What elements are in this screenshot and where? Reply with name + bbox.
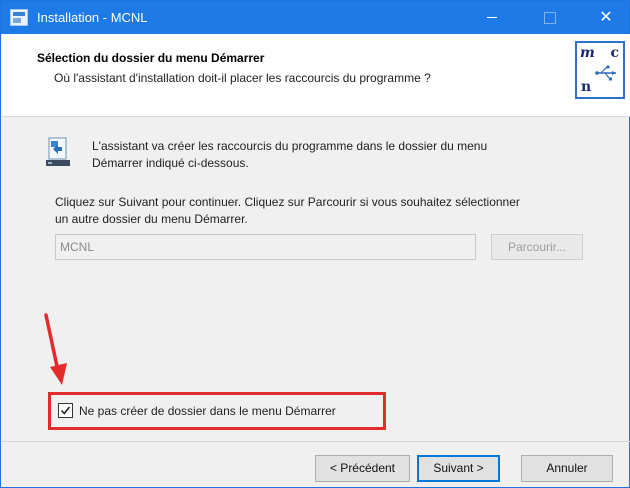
intro-line-1: L'assistant va créer les raccourcis du p… (92, 139, 488, 153)
annotation-arrow (44, 313, 67, 385)
footer-divider (2, 441, 630, 442)
close-icon: ✕ (599, 9, 613, 26)
installer-window: Installation - MCNL ✕ Sélection du dossi… (0, 0, 630, 488)
instruction-line-2: un autre dossier du menu Démarrer. (55, 212, 248, 226)
cancel-button[interactable]: Annuler (521, 455, 613, 482)
usb-symbol-icon (595, 65, 616, 81)
no-folder-checkbox[interactable] (58, 403, 73, 418)
logo-letter-n: n (581, 79, 592, 95)
logo-letter-m: m (580, 45, 595, 61)
start-menu-folder-field[interactable] (55, 234, 476, 260)
previous-button[interactable]: < Précédent (315, 455, 410, 482)
page-subtitle: Où l'assistant d'installation doit-il pl… (54, 71, 431, 85)
checkmark-icon (60, 406, 71, 415)
wizard-header: Sélection du dossier du menu Démarrer Où… (2, 34, 630, 117)
installer-app-icon (10, 9, 28, 26)
title-bar[interactable]: Installation - MCNL ✕ (1, 1, 629, 34)
start-menu-folder-icon (46, 137, 70, 166)
logo-letter-c: c (610, 45, 619, 61)
no-folder-checkbox-label[interactable]: Ne pas créer de dossier dans le menu Dém… (79, 404, 336, 418)
mcnl-logo: m c n (575, 41, 625, 99)
page-title: Sélection du dossier du menu Démarrer (37, 51, 265, 65)
window-title: Installation - MCNL (37, 10, 148, 25)
minimize-button[interactable] (469, 1, 515, 34)
instruction-line-1: Cliquez sur Suivant pour continuer. Cliq… (55, 195, 520, 209)
next-button[interactable]: Suivant > (417, 455, 500, 482)
instruction-text: Cliquez sur Suivant pour continuer. Cliq… (55, 194, 615, 228)
maximize-button[interactable] (526, 1, 572, 34)
close-button[interactable]: ✕ (583, 1, 629, 34)
browse-button[interactable]: Parcourir... (491, 234, 583, 260)
intro-text: L'assistant va créer les raccourcis du p… (92, 138, 592, 172)
intro-line-2: Démarrer indiqué ci-dessous. (92, 156, 249, 170)
